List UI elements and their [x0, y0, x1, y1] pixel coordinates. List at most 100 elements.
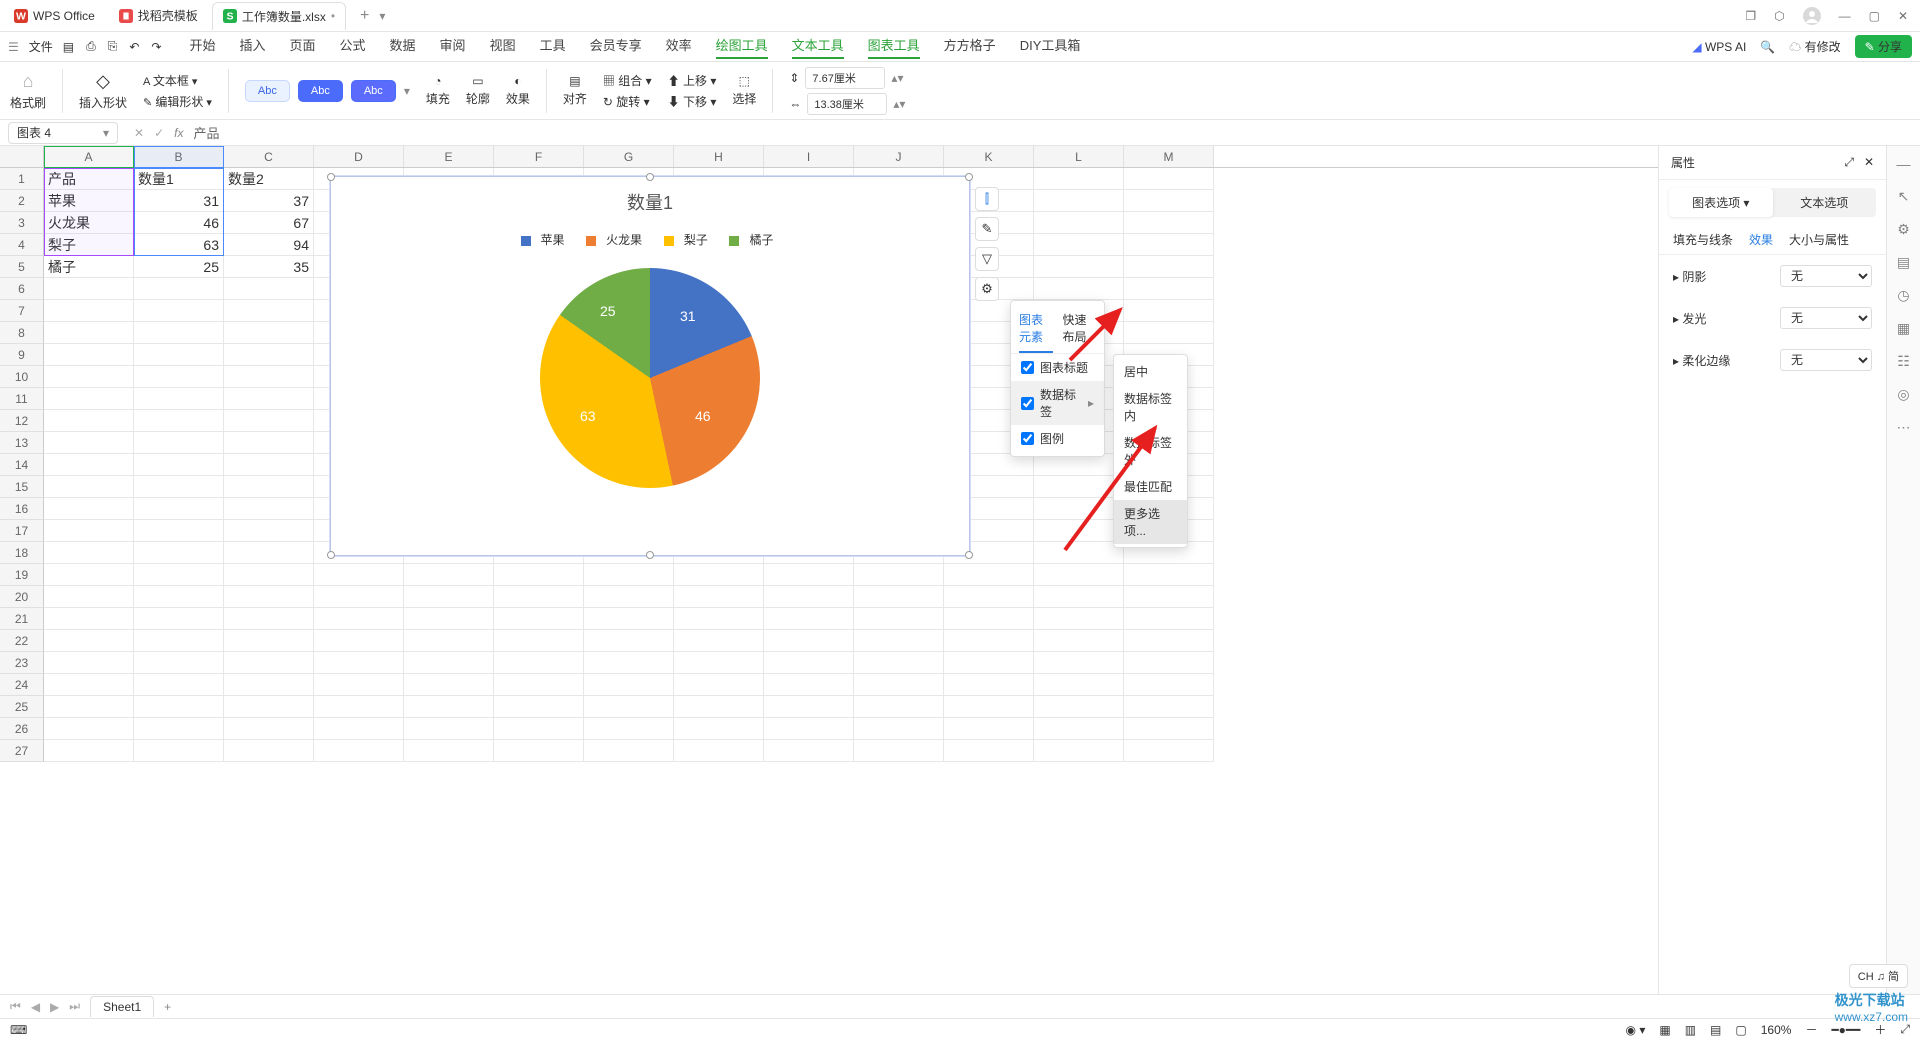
col-J[interactable]: J [854, 146, 944, 167]
chk-legend[interactable]: 图例 [1011, 425, 1104, 452]
menu-vip[interactable]: 会员专享 [590, 35, 642, 59]
status-grid-icon[interactable]: ▦ [1659, 1023, 1670, 1037]
col-C[interactable]: C [224, 146, 314, 167]
tab-list-button[interactable]: ▾ [379, 9, 385, 23]
menu-start[interactable]: 开始 [189, 35, 215, 59]
group-button[interactable]: ▦ 组合 ▾ [603, 72, 652, 89]
tab-workbook[interactable]: S 工作簿数量.xlsx • [212, 2, 346, 30]
popup-tab-elements[interactable]: 图表元素 [1019, 305, 1053, 353]
close-pane-icon[interactable]: ✕ [1864, 155, 1874, 169]
fullscreen-icon[interactable]: ⤢ [1900, 1022, 1910, 1037]
new-tab-button[interactable]: + [360, 7, 369, 25]
submenu-center[interactable]: 居中 [1114, 358, 1187, 385]
insert-shape[interactable]: ◇插入形状 [79, 71, 127, 111]
menu-fangfang[interactable]: 方方格子 [944, 35, 996, 59]
fx-icon[interactable]: fx [174, 126, 183, 140]
menu-review[interactable]: 审阅 [440, 35, 466, 59]
submenu-more-options[interactable]: 更多选项... [1114, 500, 1187, 544]
select-button[interactable]: ⬚选择 [732, 74, 756, 107]
store-icon[interactable]: ❐ [1745, 9, 1756, 23]
zoom-slider[interactable]: ━●━━ [1831, 1023, 1860, 1037]
shadow-select[interactable]: 无 [1780, 265, 1872, 287]
glow-select[interactable]: 无 [1780, 307, 1872, 329]
status-eye-icon[interactable]: ◉ ▾ [1626, 1023, 1646, 1037]
side-collapse-icon[interactable]: — [1897, 156, 1911, 172]
side-grid-icon[interactable]: ▦ [1897, 320, 1910, 337]
style-preset-1[interactable]: Abc [245, 80, 290, 102]
col-A[interactable]: A [44, 146, 134, 167]
rotate-button[interactable]: ↻ 旋转 ▾ [603, 93, 652, 110]
col-G[interactable]: G [584, 146, 674, 167]
sheet-tab-1[interactable]: Sheet1 [90, 996, 154, 1017]
cancel-icon[interactable]: ✕ [134, 126, 144, 140]
soft-select[interactable]: 无 [1780, 349, 1872, 371]
side-db-icon[interactable]: ☷ [1897, 353, 1910, 370]
chart-style-icon[interactable]: ✎ [975, 217, 999, 241]
submenu-inside[interactable]: 数据标签内 [1114, 385, 1187, 429]
side-clock-icon[interactable]: ◷ [1897, 287, 1909, 304]
menu-formula[interactable]: 公式 [340, 35, 366, 59]
status-view1-icon[interactable]: ▥ [1685, 1023, 1696, 1037]
submenu-bestfit[interactable]: 最佳匹配 [1114, 473, 1187, 500]
sheet-first-icon[interactable]: ⏮ [10, 999, 21, 1014]
chart-settings-icon[interactable]: ⚙ [975, 277, 999, 301]
chart-filter-icon[interactable]: ▽ [975, 247, 999, 271]
col-F[interactable]: F [494, 146, 584, 167]
sub-size[interactable]: 大小与属性 [1789, 231, 1849, 248]
chk-data-labels[interactable]: 数据标签▸ [1011, 381, 1104, 425]
select-all-corner[interactable] [0, 146, 44, 167]
style-more-icon[interactable]: ▾ [404, 84, 410, 98]
chart-elements-icon[interactable]: ⫿ [975, 187, 999, 211]
align-button[interactable]: ▤对齐 [563, 74, 587, 107]
sheet-last-icon[interactable]: ⏭ [69, 999, 80, 1014]
col-L[interactable]: L [1034, 146, 1124, 167]
search-icon[interactable]: 🔍 [1760, 40, 1775, 54]
tab-text-options[interactable]: 文本选项 [1773, 188, 1877, 217]
col-K[interactable]: K [944, 146, 1034, 167]
zoom-out-icon[interactable]: － [1805, 1021, 1817, 1038]
menu-efficiency[interactable]: 效率 [666, 35, 692, 59]
width-input[interactable] [807, 93, 887, 115]
menu-view[interactable]: 视图 [490, 35, 516, 59]
move-up-button[interactable]: ⬆ 上移 ▾ [668, 72, 717, 89]
menu-data[interactable]: 数据 [390, 35, 416, 59]
sheet-prev-icon[interactable]: ◀ [31, 1000, 40, 1014]
fill-button[interactable]: ◔填充 [426, 74, 450, 107]
style-preset-2[interactable]: Abc [298, 80, 343, 102]
col-I[interactable]: I [764, 146, 854, 167]
tab-template[interactable]: 找稻壳模板 [109, 2, 208, 30]
stepper-icon[interactable]: ▴▾ [891, 71, 903, 85]
cube-icon[interactable]: ⬡ [1774, 9, 1784, 23]
side-more-icon[interactable]: ⋯ [1897, 419, 1911, 436]
edit-shape-button[interactable]: ✎ 编辑形状 ▾ [143, 93, 212, 110]
menu-insert[interactable]: 插入 [239, 35, 265, 59]
col-E[interactable]: E [404, 146, 494, 167]
effect-button[interactable]: ◐效果 [506, 74, 530, 107]
name-box[interactable]: 图表 4▾ [8, 122, 118, 144]
submenu-outside[interactable]: 数据标签外 [1114, 429, 1187, 473]
preview-icon[interactable]: ⎘ [108, 39, 118, 54]
outline-button[interactable]: ▭轮廓 [466, 74, 490, 107]
print-icon[interactable]: ⎙ [86, 39, 96, 54]
move-down-button[interactable]: ⬇ 下移 ▾ [668, 93, 717, 110]
menu-page[interactable]: 页面 [290, 35, 316, 59]
pie-chart[interactable]: 31 46 63 25 [540, 268, 760, 488]
side-pin-icon[interactable]: ◎ [1897, 386, 1909, 403]
status-view2-icon[interactable]: ▤ [1710, 1023, 1721, 1037]
popup-tab-layout[interactable]: 快速布局 [1063, 305, 1097, 353]
share-button[interactable]: ✎ 分享 [1855, 35, 1912, 58]
chart-object[interactable]: 数量1 苹果 火龙果 梨子 橘子 31 46 63 25 ⫿ ✎ ▽ ⚙ [330, 176, 970, 556]
side-settings-icon[interactable]: ⚙ [1897, 221, 1910, 238]
format-painter[interactable]: ⌂格式刷 [10, 71, 46, 111]
textbox-button[interactable]: A 文本框 ▾ [143, 72, 212, 89]
col-M[interactable]: M [1124, 146, 1214, 167]
status-view3-icon[interactable]: ▢ [1735, 1023, 1746, 1037]
save-icon[interactable]: ▤ [63, 40, 74, 54]
chart-title[interactable]: 数量1 [331, 189, 969, 215]
chk-chart-title[interactable]: 图表标题 [1011, 354, 1104, 381]
file-menu[interactable]: 文件 [29, 38, 53, 55]
sub-effect[interactable]: 效果 [1749, 231, 1773, 248]
undo-icon[interactable]: ↶ [129, 40, 139, 54]
pin-icon[interactable]: ⤢ [1844, 155, 1854, 169]
chart-legend[interactable]: 苹果 火龙果 梨子 橘子 [331, 231, 969, 248]
